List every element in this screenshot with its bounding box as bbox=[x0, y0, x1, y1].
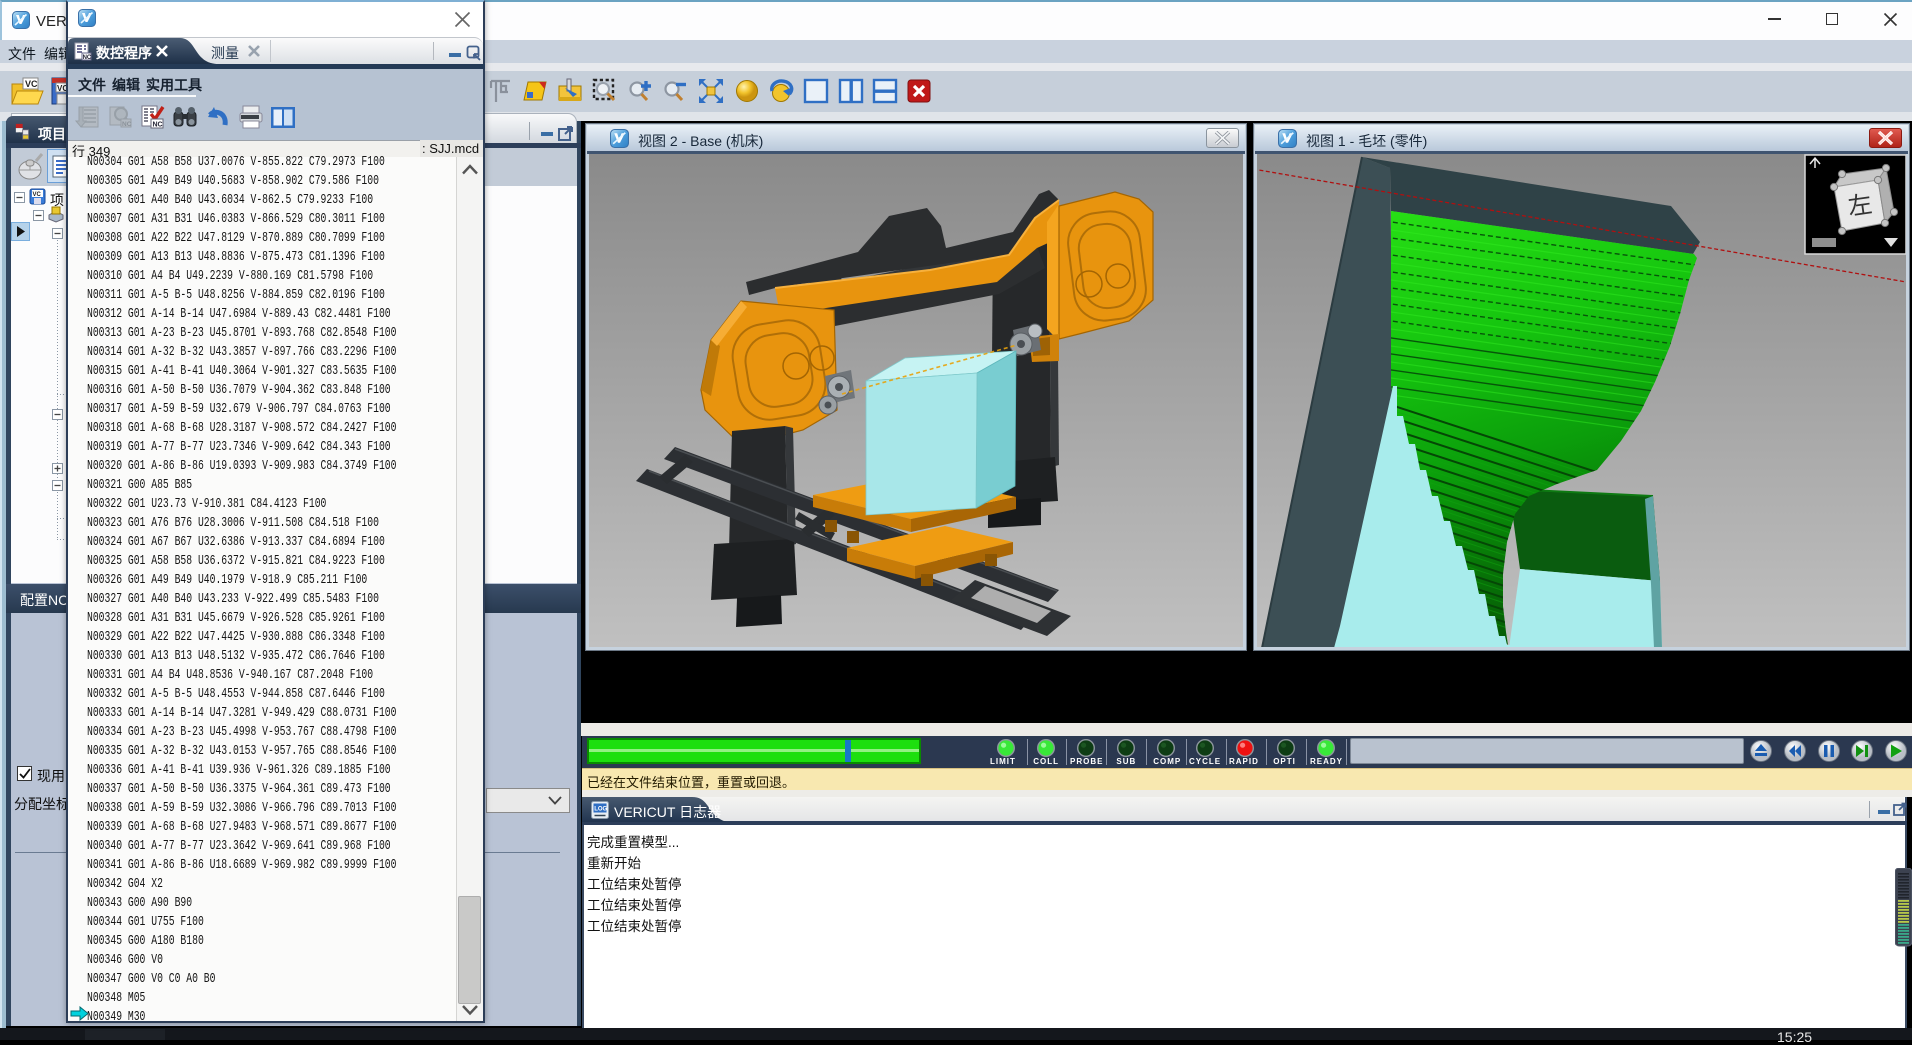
svg-text:NC: NC bbox=[122, 121, 132, 128]
svg-text:NC: NC bbox=[83, 55, 92, 61]
svg-text:LOG: LOG bbox=[594, 807, 607, 813]
svg-text:VC: VC bbox=[25, 79, 38, 89]
svg-text:左: 左 bbox=[1846, 191, 1874, 221]
svg-text:VC: VC bbox=[33, 192, 42, 198]
svg-text:NC: NC bbox=[153, 122, 163, 129]
